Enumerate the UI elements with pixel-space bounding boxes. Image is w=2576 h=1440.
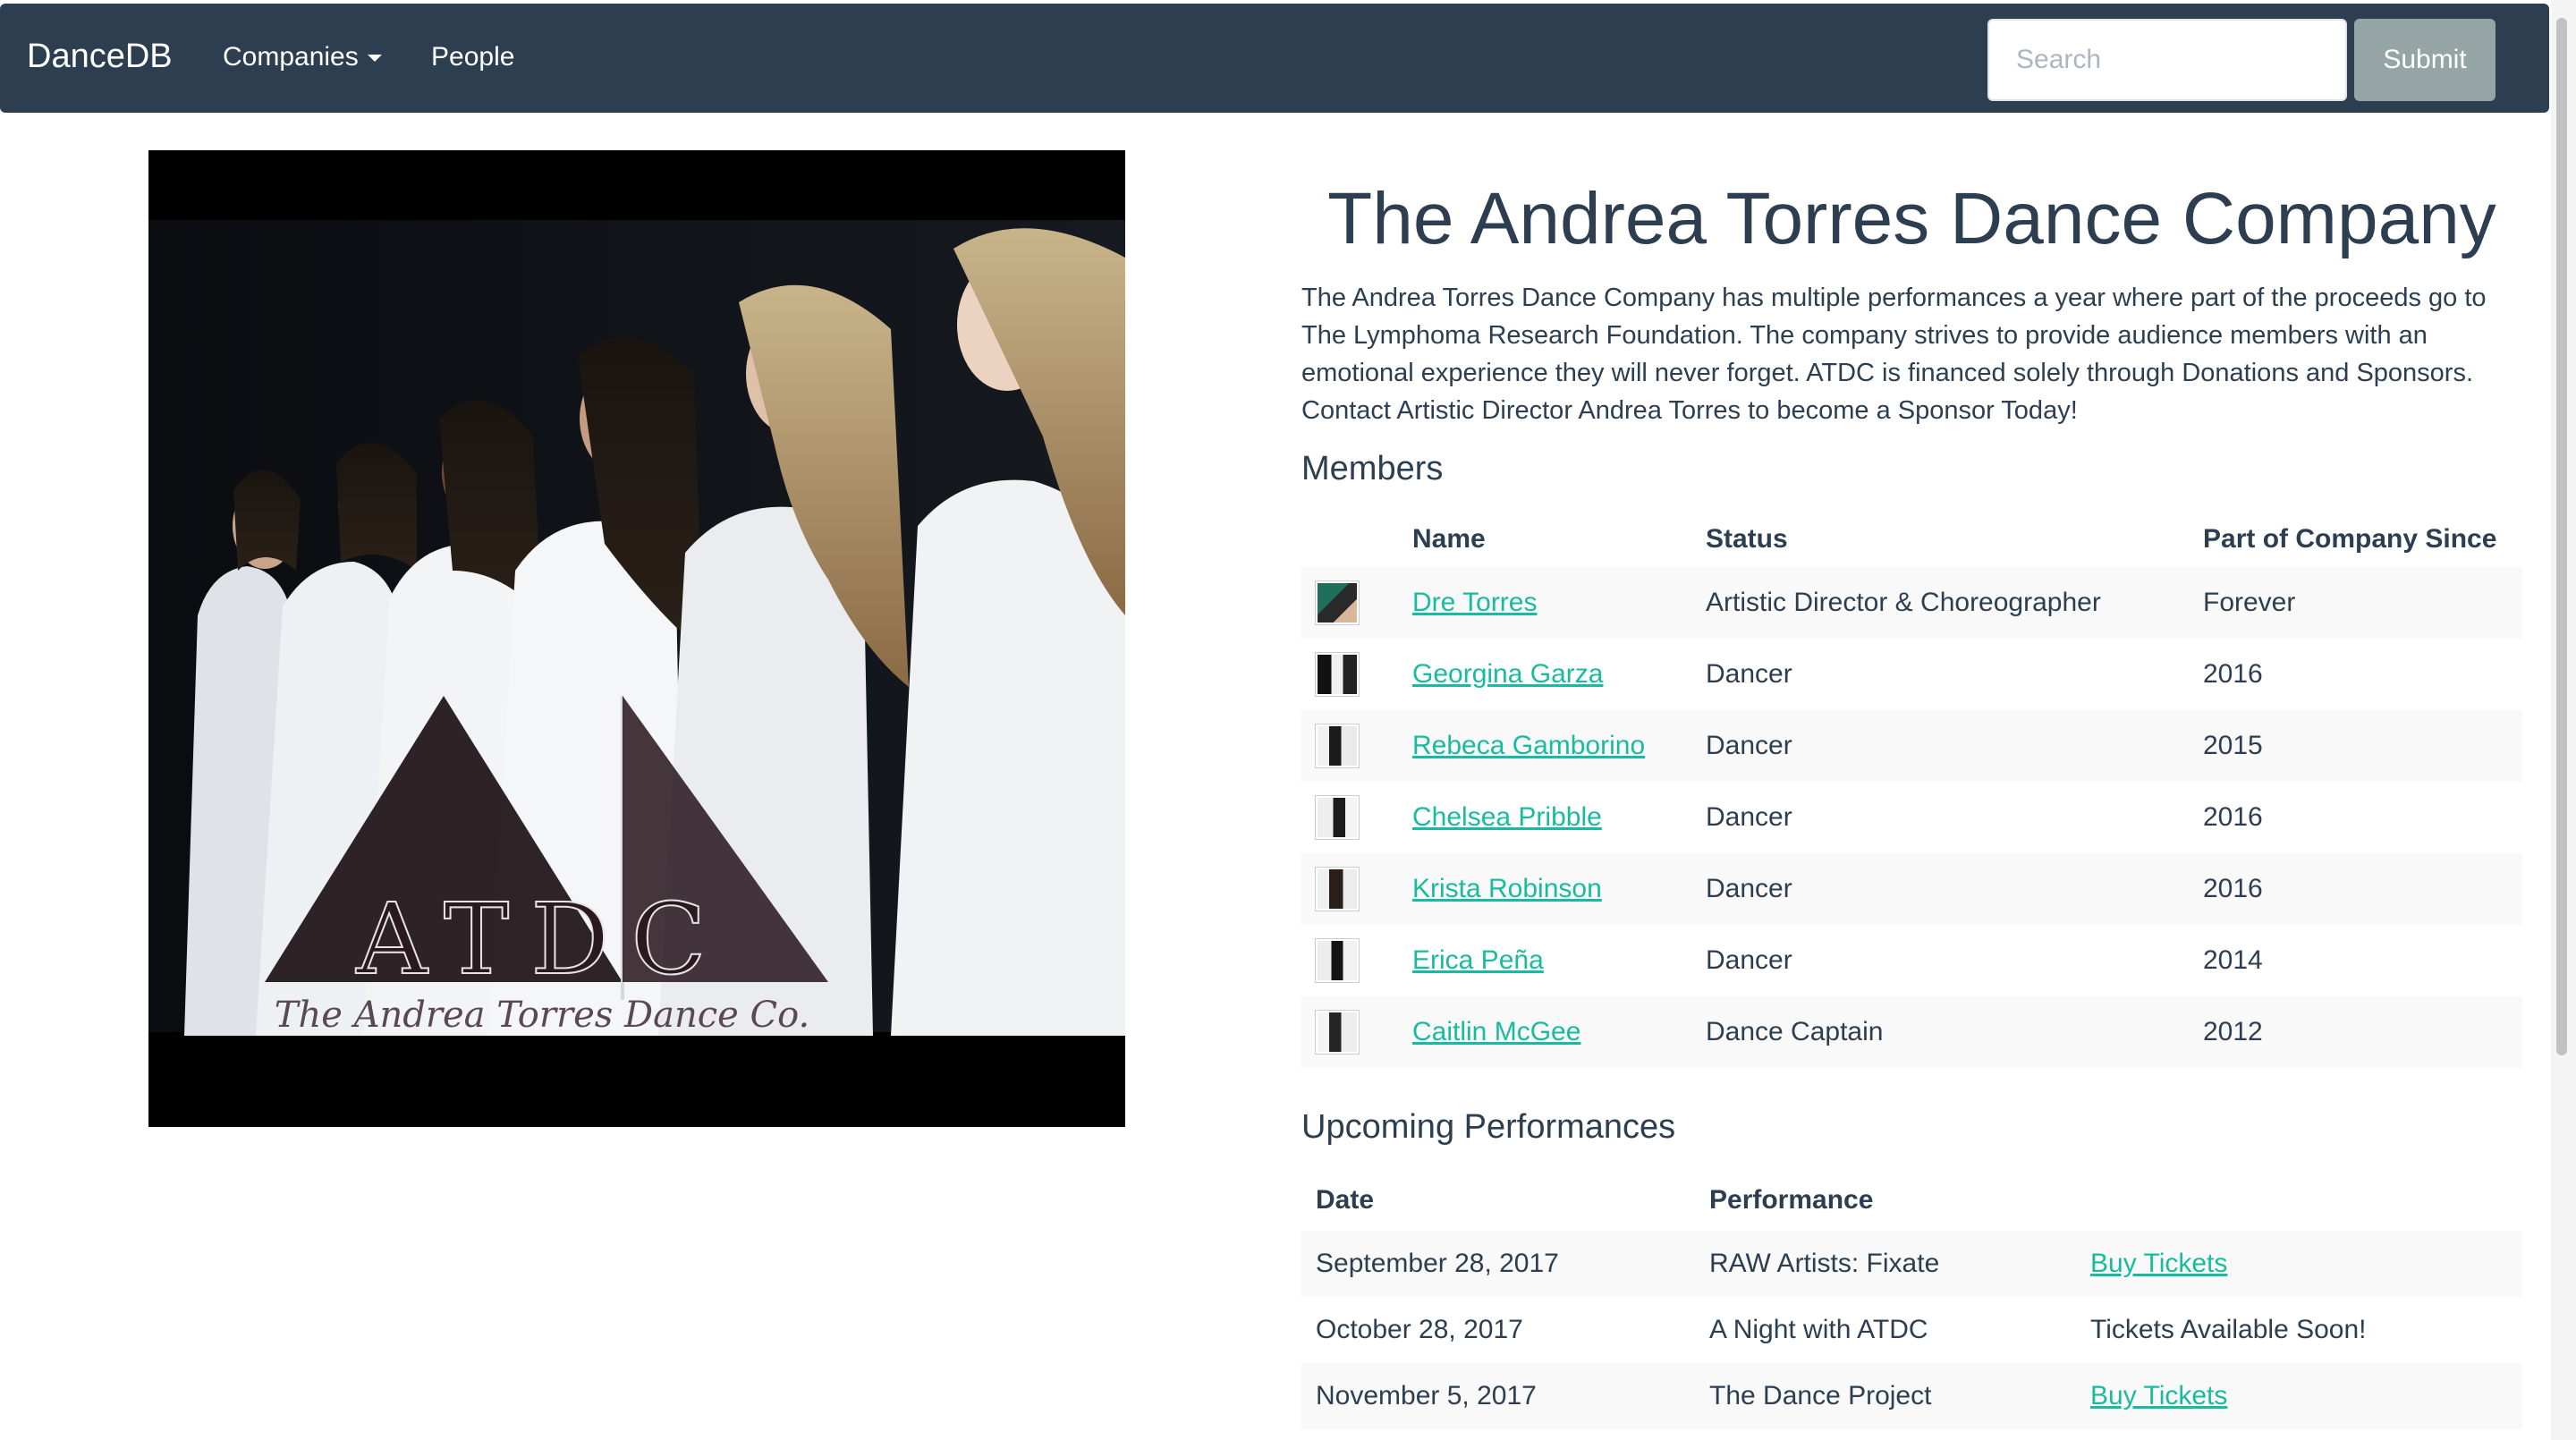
member-avatar-cell [1301,925,1398,996]
member-avatar-cell [1301,567,1398,639]
member-status: Artistic Director & Choreographer [1706,588,2101,617]
members-table: Name Status Part of Company Since Dre To… [1301,512,2522,1068]
caret-down-icon [367,55,382,63]
member-since: 2014 [2203,945,2263,975]
member-avatar-cell [1301,639,1398,710]
performance-date: November 5, 2017 [1316,1381,1537,1410]
performance-tickets-cell: Buy Tickets [2076,1363,2522,1429]
performance-date: September 28, 2017 [1316,1249,1559,1278]
member-status: Dancer [1706,659,1792,689]
avatar[interactable] [1315,938,1360,983]
buy-tickets-link[interactable]: Buy Tickets [2090,1381,2227,1410]
tickets-column-header [2076,1170,2522,1231]
tickets-status-text: Tickets Available Soon! [2090,1315,2367,1344]
member-avatar-cell [1301,996,1398,1068]
member-name-link[interactable]: Erica Peña [1412,945,1544,975]
members-heading: Members [1301,450,1444,487]
performance-row: September 28, 2017 RAW Artists: Fixate B… [1301,1231,2522,1297]
performances-heading: Upcoming Performances [1301,1108,1676,1146]
performance-tickets-cell: Buy Tickets [2076,1231,2522,1297]
scrollbar[interactable] [2551,0,2576,1440]
company-image: ATDC The Andrea Torres Dance Co. [148,150,1125,1127]
member-since: 2012 [2203,1017,2263,1046]
member-name-link[interactable]: Caitlin McGee [1412,1017,1580,1046]
member-since: Forever [2203,588,2296,617]
member-avatar-cell [1301,782,1398,853]
avatar[interactable] [1315,867,1360,911]
scrollbar-thumb[interactable] [2556,18,2567,1055]
performance-name: A Night with ATDC [1709,1315,1928,1344]
performance-name: The Dance Project [1709,1381,1932,1410]
submit-button[interactable]: Submit [2354,19,2496,101]
nav-companies-label: Companies [223,42,359,72]
company-title: The Andrea Torres Dance Company [1327,178,2496,259]
member-name-link[interactable]: Dre Torres [1412,588,1537,617]
member-since: 2016 [2203,874,2263,903]
buy-tickets-link[interactable]: Buy Tickets [2090,1249,2227,1278]
member-name-cell: Caitlin McGee [1398,996,1691,1068]
avatar[interactable] [1315,795,1360,840]
member-row: Dre Torres Artistic Director & Choreogra… [1301,567,2522,639]
brand-link[interactable]: DanceDB [27,34,173,79]
company-photo-graphic: ATDC The Andrea Torres Dance Co. [148,150,1125,1127]
performances-table: Date Performance September 28, 2017 RAW … [1301,1170,2522,1429]
member-name-cell: Erica Peña [1398,925,1691,996]
member-name-link[interactable]: Chelsea Pribble [1412,802,1602,832]
avatar[interactable] [1315,724,1360,768]
member-status: Dance Captain [1706,1017,1884,1046]
performance-row: November 5, 2017 The Dance Project Buy T… [1301,1363,2522,1429]
member-row: Caitlin McGee Dance Captain 2012 [1301,996,2522,1068]
member-status: Dancer [1706,802,1792,832]
svg-text:The Andrea Torres Dance Co.: The Andrea Torres Dance Co. [275,995,809,1036]
performance-row: October 28, 2017 A Night with ATDC Ticke… [1301,1297,2522,1363]
member-name-link[interactable]: Krista Robinson [1412,874,1602,903]
member-status: Dancer [1706,731,1792,760]
member-name-cell: Krista Robinson [1398,853,1691,925]
performance-column-header: Performance [1709,1185,1874,1215]
member-row: Erica Peña Dancer 2014 [1301,925,2522,996]
status-column-header: Status [1706,524,1788,554]
name-column-header: Name [1412,524,1486,554]
member-status: Dancer [1706,945,1792,975]
member-name-cell: Rebeca Gamborino [1398,710,1691,782]
nav-companies-dropdown[interactable]: Companies [223,39,382,75]
svg-text:ATDC: ATDC [355,882,727,996]
company-description: The Andrea Torres Dance Company has mult… [1301,284,2487,425]
member-row: Krista Robinson Dancer 2016 [1301,853,2522,925]
member-name-cell: Dre Torres [1398,567,1691,639]
search-input[interactable] [1987,19,2347,101]
performance-name: RAW Artists: Fixate [1709,1249,1940,1278]
member-name-link[interactable]: Georgina Garza [1412,659,1603,689]
member-name-cell: Chelsea Pribble [1398,782,1691,853]
thumbnail-column-header [1301,512,1398,567]
date-column-header: Date [1316,1185,1375,1215]
member-avatar-cell [1301,710,1398,782]
navbar: DanceDB Companies People Submit [0,4,2549,113]
member-row: Chelsea Pribble Dancer 2016 [1301,782,2522,853]
members-header-row: Name Status Part of Company Since [1301,512,2522,567]
avatar[interactable] [1315,652,1360,697]
avatar[interactable] [1315,580,1360,625]
member-avatar-cell [1301,853,1398,925]
member-status: Dancer [1706,874,1792,903]
member-name-cell: Georgina Garza [1398,639,1691,710]
nav-people-link[interactable]: People [431,39,514,75]
avatar[interactable] [1315,1010,1360,1055]
member-since: 2016 [2203,802,2263,832]
member-name-link[interactable]: Rebeca Gamborino [1412,731,1645,760]
performances-header-row: Date Performance [1301,1170,2522,1231]
member-since: 2016 [2203,659,2263,689]
member-row: Rebeca Gamborino Dancer 2015 [1301,710,2522,782]
since-column-header: Part of Company Since [2203,524,2497,554]
member-since: 2015 [2203,731,2263,760]
member-row: Georgina Garza Dancer 2016 [1301,639,2522,710]
performance-date: October 28, 2017 [1316,1315,1523,1344]
